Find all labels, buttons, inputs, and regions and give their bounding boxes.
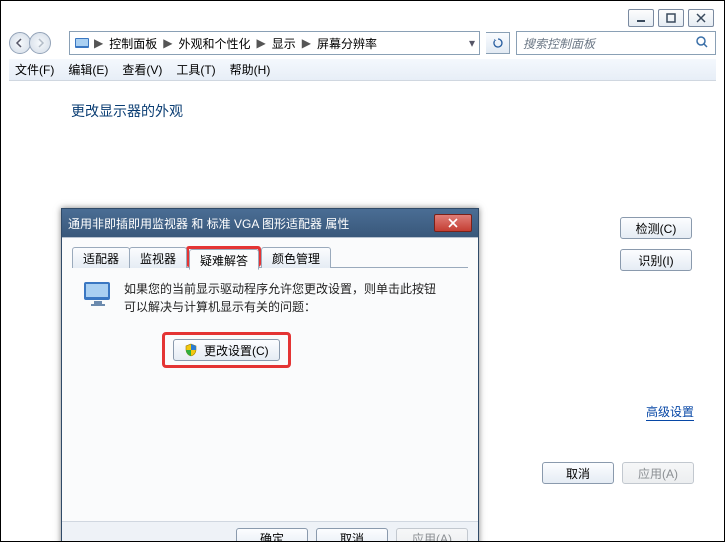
crumb-resolution[interactable]: 屏幕分辨率 bbox=[315, 35, 379, 52]
forward-button[interactable] bbox=[29, 32, 51, 54]
dialog-tabs: 适配器 监视器 疑难解答 颜色管理 bbox=[72, 246, 468, 268]
tab-color-management[interactable]: 颜色管理 bbox=[261, 247, 331, 268]
close-button[interactable] bbox=[688, 9, 714, 27]
dialog-title: 通用非即插即用监视器 和 标准 VGA 图形适配器 属性 bbox=[68, 215, 434, 232]
page-apply-button: 应用(A) bbox=[622, 462, 694, 484]
advanced-settings-link[interactable]: 高级设置 bbox=[646, 403, 694, 421]
dropdown-icon[interactable]: ▾ bbox=[469, 36, 475, 50]
chevron-right-icon: ▶ bbox=[257, 36, 266, 50]
refresh-button[interactable] bbox=[486, 32, 510, 54]
highlight-troubleshoot-tab: 疑难解答 bbox=[186, 246, 261, 267]
content-area: 更改显示器的外观 检测(C) 识别(I) 高级设置 取消 应用(A) 通用非即插… bbox=[1, 83, 724, 541]
dialog-apply-button: 应用(A) bbox=[396, 528, 468, 542]
control-panel-icon bbox=[74, 35, 90, 51]
dialog-cancel-button[interactable]: 取消 bbox=[316, 528, 388, 542]
troubleshoot-line2: 可以解决与计算机显示有关的问题： bbox=[124, 300, 316, 314]
nav-buttons bbox=[9, 30, 63, 56]
page-footer-buttons: 取消 应用(A) bbox=[542, 462, 694, 484]
highlight-change-settings: 更改设置(C) bbox=[162, 332, 291, 368]
menu-edit[interactable]: 编辑(E) bbox=[68, 61, 108, 78]
properties-dialog: 通用非即插即用监视器 和 标准 VGA 图形适配器 属性 适配器 监视器 疑难解… bbox=[61, 208, 479, 542]
uac-shield-icon bbox=[184, 343, 198, 357]
menu-file[interactable]: 文件(F) bbox=[15, 61, 54, 78]
troubleshoot-text: 如果您的当前显示驱动程序允许您更改设置，则单击此按钮 可以解决与计算机显示有关的… bbox=[124, 280, 436, 316]
menu-tools[interactable]: 工具(T) bbox=[176, 61, 215, 78]
crumb-display[interactable]: 显示 bbox=[270, 35, 298, 52]
maximize-button[interactable] bbox=[658, 9, 684, 27]
search-icon bbox=[695, 35, 709, 52]
window: ▶ 控制面板 ▶ 外观和个性化 ▶ 显示 ▶ 屏幕分辨率 ▾ 搜索控制面板 文件… bbox=[0, 0, 725, 542]
chevron-right-icon: ▶ bbox=[302, 36, 311, 50]
dialog-ok-button[interactable]: 确定 bbox=[236, 528, 308, 542]
tab-adapter[interactable]: 适配器 bbox=[72, 247, 130, 268]
minimize-button[interactable] bbox=[628, 9, 654, 27]
page-title: 更改显示器的外观 bbox=[71, 101, 183, 121]
search-placeholder: 搜索控制面板 bbox=[523, 35, 689, 52]
search-input[interactable]: 搜索控制面板 bbox=[516, 31, 716, 55]
troubleshoot-line1: 如果您的当前显示驱动程序允许您更改设置，则单击此按钮 bbox=[124, 282, 436, 296]
chevron-right-icon: ▶ bbox=[94, 36, 103, 50]
menubar: 文件(F) 编辑(E) 查看(V) 工具(T) 帮助(H) bbox=[9, 59, 716, 81]
crumb-control-panel[interactable]: 控制面板 bbox=[107, 35, 159, 52]
page-cancel-button[interactable]: 取消 bbox=[542, 462, 614, 484]
chevron-right-icon: ▶ bbox=[163, 36, 172, 50]
breadcrumb-bar[interactable]: ▶ 控制面板 ▶ 外观和个性化 ▶ 显示 ▶ 屏幕分辨率 ▾ bbox=[69, 31, 480, 55]
detect-button[interactable]: 检测(C) bbox=[620, 217, 692, 239]
change-settings-button[interactable]: 更改设置(C) bbox=[173, 339, 280, 361]
dialog-close-button[interactable] bbox=[434, 214, 472, 232]
dialog-titlebar[interactable]: 通用非即插即用监视器 和 标准 VGA 图形适配器 属性 bbox=[62, 209, 478, 237]
menu-view[interactable]: 查看(V) bbox=[122, 61, 162, 78]
dialog-footer: 确定 取消 应用(A) bbox=[62, 521, 478, 542]
change-settings-label: 更改设置(C) bbox=[204, 342, 269, 359]
tab-monitor[interactable]: 监视器 bbox=[129, 247, 187, 268]
tab-troubleshoot[interactable]: 疑难解答 bbox=[189, 249, 259, 270]
identify-button[interactable]: 识别(I) bbox=[620, 249, 692, 271]
menu-help[interactable]: 帮助(H) bbox=[230, 61, 271, 78]
back-button[interactable] bbox=[9, 32, 31, 54]
window-title-buttons bbox=[628, 9, 714, 27]
crumb-appearance[interactable]: 外观和个性化 bbox=[176, 35, 252, 52]
address-row: ▶ 控制面板 ▶ 外观和个性化 ▶ 显示 ▶ 屏幕分辨率 ▾ 搜索控制面板 bbox=[9, 29, 716, 57]
monitor-icon bbox=[82, 280, 114, 308]
dialog-body: 适配器 监视器 疑难解答 颜色管理 如果您的当前显示驱动程序允许您更改设置，则单… bbox=[62, 237, 478, 521]
display-actions: 检测(C) 识别(I) bbox=[618, 217, 694, 271]
tab-panel-troubleshoot: 如果您的当前显示驱动程序允许您更改设置，则单击此按钮 可以解决与计算机显示有关的… bbox=[72, 268, 468, 380]
